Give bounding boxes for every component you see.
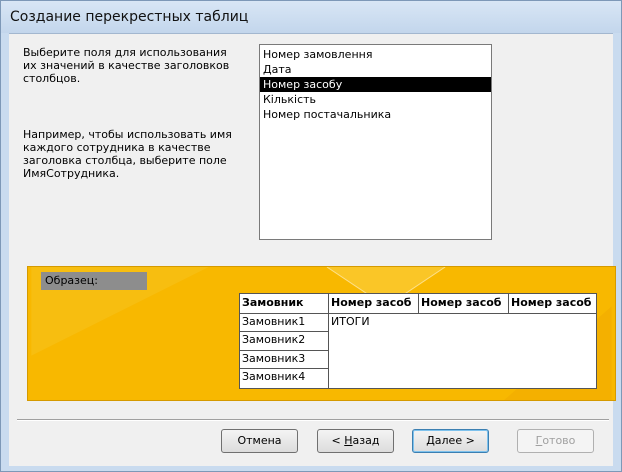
grid-divider [418, 294, 419, 313]
finish-button[interactable]: Готово [517, 429, 594, 453]
column-header: Номер засоб [511, 296, 592, 309]
example-text: Например, чтобы использовать имя каждого… [23, 128, 232, 180]
sample-label-bar: Образец: [41, 272, 147, 290]
crosstab-wizard-window: Создание перекрестных таблиц Выберите по… [0, 0, 622, 472]
row-header: Замовник4 [242, 370, 306, 383]
grid-divider [240, 368, 329, 369]
window-title: Создание перекрестных таблиц [10, 9, 249, 25]
sample-label: Образец: [45, 274, 98, 287]
grid-divider [328, 294, 329, 388]
next-button[interactable]: Далее > [412, 429, 489, 453]
grid-divider [240, 331, 329, 332]
row-header: Замовник2 [242, 333, 306, 346]
value-cell: ИТОГИ [331, 315, 370, 328]
finish-label-rest: отово [542, 434, 576, 447]
back-label-rest: азад [352, 434, 380, 447]
sample-preview-panel: Образец: Замовник Номер засоб Номер засо… [27, 266, 616, 401]
button-separator [17, 419, 609, 421]
list-item-selected[interactable]: Номер засобу [260, 77, 491, 92]
row-header-title: Замовник [242, 296, 304, 309]
back-label-accel: Н [344, 434, 353, 447]
column-header: Номер засоб [331, 296, 412, 309]
column-header: Номер засоб [421, 296, 502, 309]
next-label-accel: Д [426, 434, 435, 447]
back-button[interactable]: < Назад [317, 429, 394, 453]
list-item[interactable]: Кількість [260, 92, 491, 107]
title-bar[interactable]: Создание перекрестных таблиц [1, 1, 621, 33]
grid-divider [240, 350, 329, 351]
grid-divider [240, 313, 596, 314]
list-item[interactable]: Дата [260, 62, 491, 77]
sample-crosstab-grid: Замовник Номер засоб Номер засоб Номер з… [239, 293, 597, 389]
grid-divider [508, 294, 509, 313]
cancel-button[interactable]: Отмена [221, 429, 298, 453]
row-header: Замовник3 [242, 352, 306, 365]
list-item[interactable]: Номер замовлення [260, 47, 491, 62]
next-label-rest: алее > [434, 434, 475, 447]
back-label-prefix: < [331, 434, 345, 447]
fields-listbox[interactable]: Номер замовлення Дата Номер засобу Кільк… [259, 44, 492, 240]
instruction-text: Выберите поля для использования их значе… [23, 46, 230, 85]
row-header: Замовник1 [242, 315, 306, 328]
list-item[interactable]: Номер постачальника [260, 107, 491, 122]
wizard-content: Выберите поля для использования их значе… [9, 33, 616, 466]
